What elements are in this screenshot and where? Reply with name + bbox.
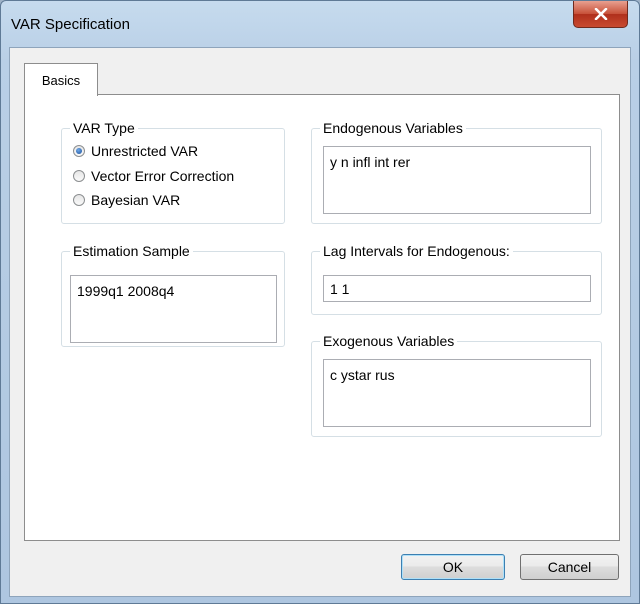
radio-unrestricted-var[interactable]: Unrestricted VAR xyxy=(73,143,198,159)
exogenous-group: Exogenous Variables c ystar rus xyxy=(311,332,602,437)
tab-basics-label: Basics xyxy=(41,72,81,88)
estimation-sample-label: Estimation Sample xyxy=(70,242,193,260)
dialog-window: VAR Specification Basics VAR Type Unrest… xyxy=(0,0,640,604)
estimation-sample-input[interactable]: 1999q1 2008q4 xyxy=(70,275,277,343)
estimation-sample-group: Estimation Sample 1999q1 2008q4 xyxy=(61,242,285,347)
radio-unrestricted-var-label: Unrestricted VAR xyxy=(91,143,199,159)
endogenous-input[interactable]: y n infl int rer xyxy=(323,146,591,214)
close-button[interactable] xyxy=(573,1,628,28)
endogenous-label: Endogenous Variables xyxy=(320,119,466,137)
var-type-group: VAR Type Unrestricted VAR Vector Error C… xyxy=(61,119,285,224)
var-type-label: VAR Type xyxy=(70,119,138,137)
radio-checked-icon xyxy=(73,145,85,157)
radio-bayesian-var-label: Bayesian VAR xyxy=(91,192,181,208)
radio-unchecked-icon xyxy=(73,194,85,206)
lag-intervals-input[interactable]: 1 1 xyxy=(323,275,591,302)
radio-vector-error-correction-label: Vector Error Correction xyxy=(91,168,235,184)
close-icon xyxy=(594,8,607,20)
lag-intervals-label: Lag Intervals for Endogenous: xyxy=(320,242,513,260)
tab-basics[interactable]: Basics xyxy=(24,63,98,96)
lag-intervals-group: Lag Intervals for Endogenous: 1 1 xyxy=(311,242,602,315)
radio-vector-error-correction[interactable]: Vector Error Correction xyxy=(73,168,234,184)
radio-unchecked-icon xyxy=(73,170,85,182)
exogenous-label: Exogenous Variables xyxy=(320,332,458,350)
endogenous-group: Endogenous Variables y n infl int rer xyxy=(311,119,602,224)
title-bar[interactable]: VAR Specification xyxy=(1,1,639,49)
cancel-button-label: Cancel xyxy=(547,559,592,575)
exogenous-input[interactable]: c ystar rus xyxy=(323,359,591,427)
tab-panel-basics: VAR Type Unrestricted VAR Vector Error C… xyxy=(24,94,620,541)
ok-button-label: OK xyxy=(442,559,464,575)
cancel-button[interactable]: Cancel xyxy=(520,554,619,580)
ok-button[interactable]: OK xyxy=(401,554,505,580)
window-title: VAR Specification xyxy=(11,16,130,33)
radio-bayesian-var[interactable]: Bayesian VAR xyxy=(73,192,180,208)
